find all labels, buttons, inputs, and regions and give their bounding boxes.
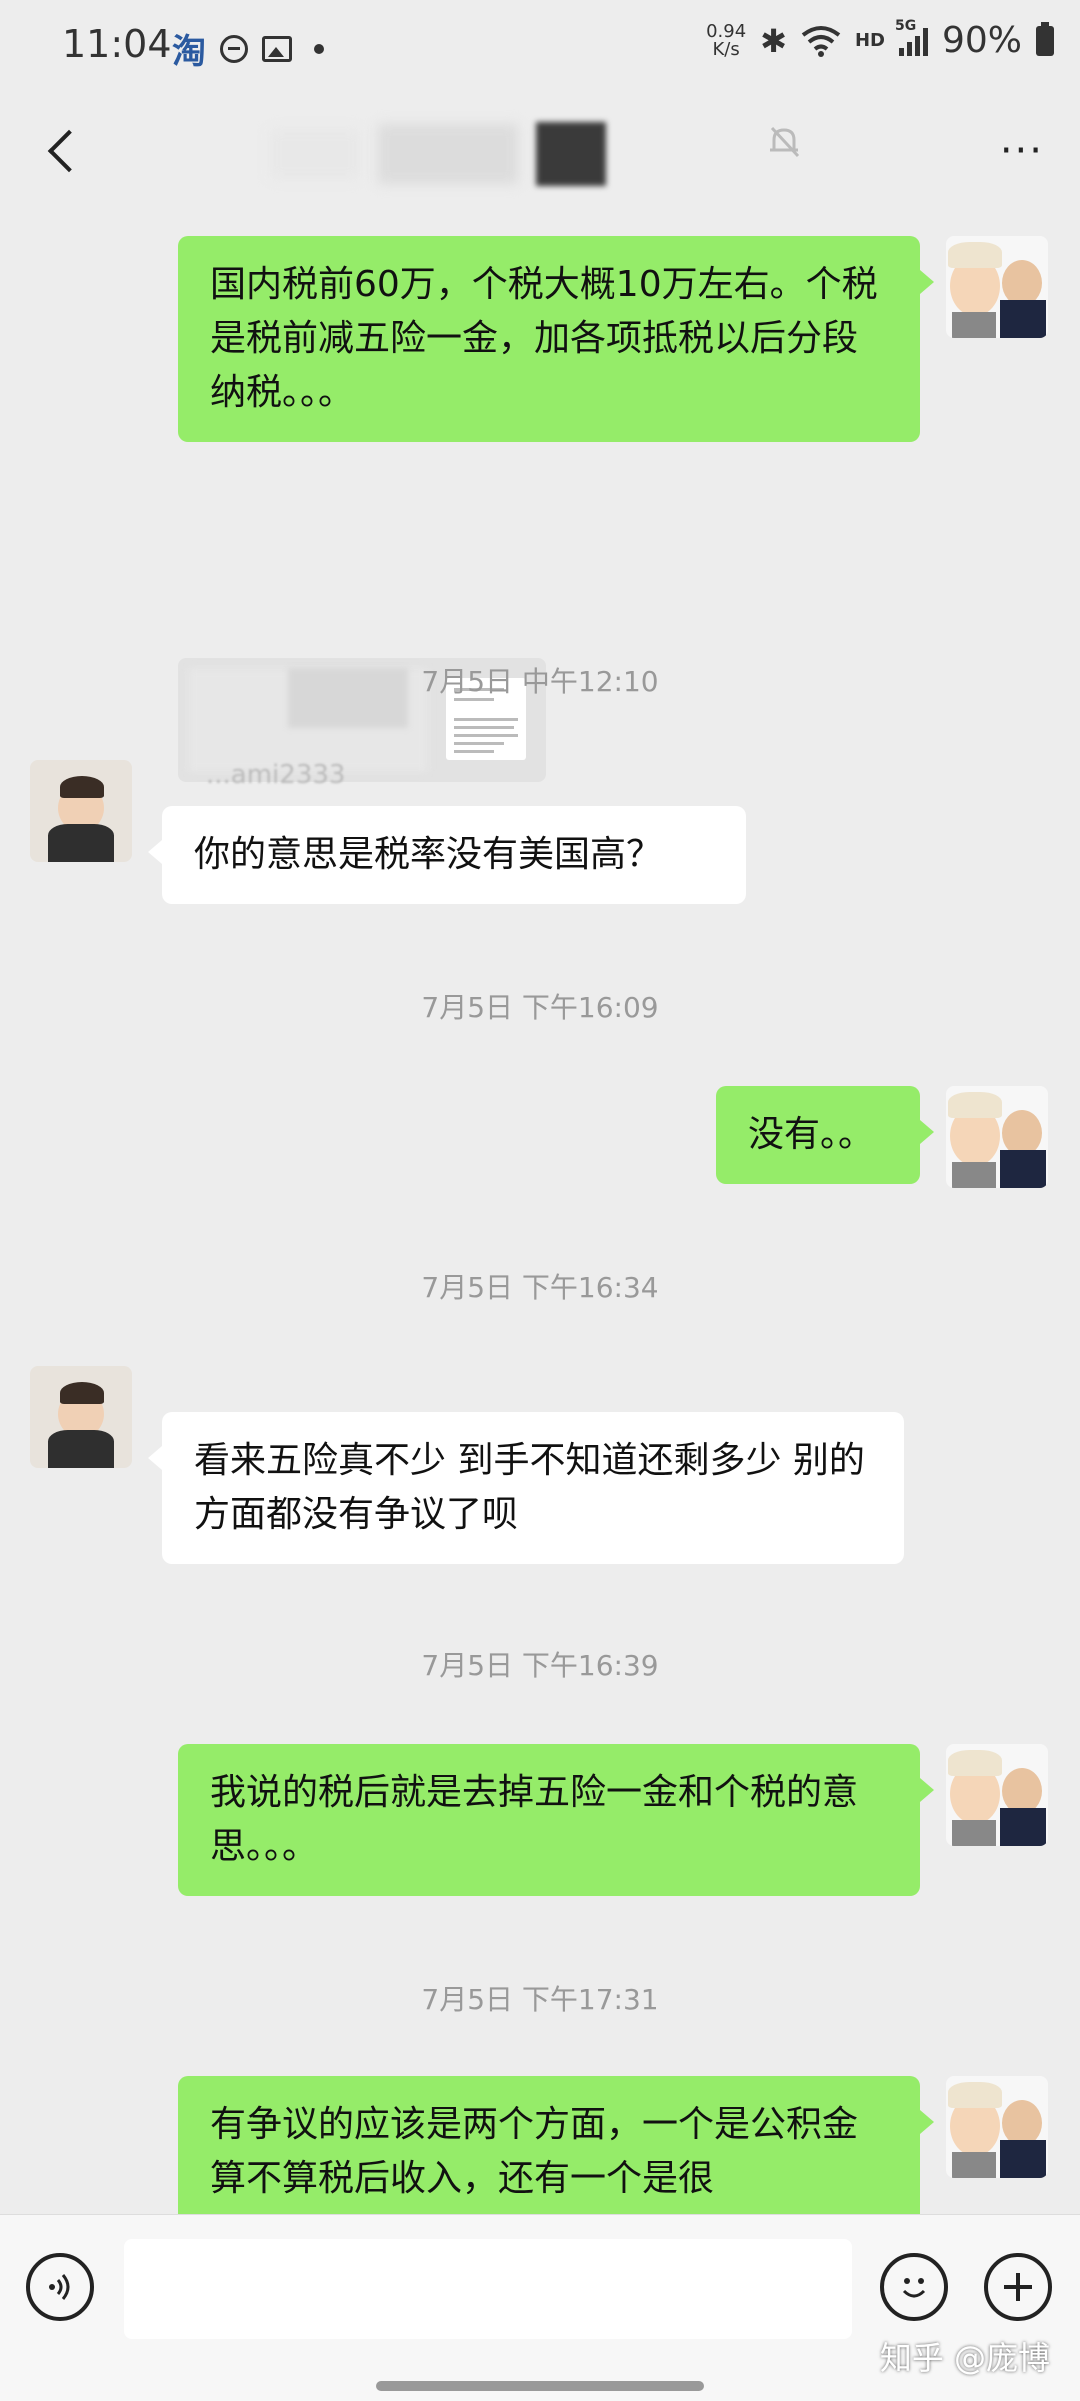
my-avatar[interactable] [946, 1744, 1048, 1846]
message-text: 我说的税后就是去掉五险一金和个税的意思。。。 [210, 1772, 859, 1867]
timestamp: 7月5日 下午16:09 [421, 991, 659, 1024]
message-bubble-me[interactable]: 国内税前60万，个税大概10万左右。个税是税前减五险一金，加各项抵税以后分段纳税… [178, 236, 934, 442]
message-bubble-me[interactable]: 我说的税后就是去掉五险一金和个税的意思。。。 [178, 1744, 934, 1896]
bluetooth-icon: ✱ [760, 21, 787, 60]
signal-type: 5G [894, 17, 917, 34]
network-speed-unit: K/s [712, 38, 740, 60]
hd-label: HD [854, 30, 885, 51]
gallery-icon [262, 35, 292, 62]
emoji-button[interactable] [880, 2253, 948, 2321]
contact-avatar[interactable] [30, 1366, 132, 1468]
message-text: 有争议的应该是两个方面，一个是公积金算不算税后收入，还有一个是很 [210, 2104, 859, 2199]
back-button[interactable] [36, 120, 96, 180]
signal-icon: 5G [895, 18, 928, 56]
my-avatar[interactable] [946, 1086, 1048, 1188]
battery-percent: 90% [941, 20, 1022, 61]
voice-button[interactable] [26, 2253, 94, 2321]
timestamp: 7月5日 下午16:34 [421, 1271, 659, 1304]
message-bubble-other[interactable]: 看来五险真不少 到手不知道还剩多少 别的方面都没有争议了呗 [148, 1412, 904, 1564]
battery-icon [1036, 21, 1054, 56]
contact-avatar[interactable] [30, 760, 132, 862]
chat-header: ··· [0, 100, 1080, 200]
timestamp: 7月5日 下午17:31 [421, 1983, 659, 2016]
home-indicator[interactable] [376, 2381, 704, 2391]
chat-area[interactable]: 国内税前60万，个税大概10万左右。个税是税前减五险一金，加各项抵税以后分段纳税… [0, 200, 1080, 2214]
timestamp: 7月5日 中午12:10 [421, 665, 659, 698]
timestamp: 7月5日 下午16:39 [421, 1649, 659, 1682]
sender-name: ...ami2333 [206, 760, 346, 790]
message-text: 没有。。 [748, 1114, 875, 1155]
message-bubble-me[interactable]: 有争议的应该是两个方面，一个是公积金算不算税后收入，还有一个是很 [178, 2076, 934, 2214]
input-bar: 知乎 @庞博 [0, 2214, 1080, 2401]
message-text: 看来五险真不少 到手不知道还剩多少 别的方面都没有争议了呗 [194, 1440, 865, 1535]
message-bubble-other[interactable]: 你的意思是税率没有美国高？ [148, 806, 746, 904]
chat-title-redacted [270, 122, 606, 186]
more-button[interactable]: ··· [1000, 128, 1044, 174]
status-bar: 11:04 淘 0.94 K/s ✱ HD 5G 90% [0, 0, 1080, 100]
network-speed-value: 0.94 [706, 20, 747, 42]
plus-button[interactable] [984, 2253, 1052, 2321]
watermark: 知乎 @庞博 [879, 2339, 1050, 2377]
status-right-icons: 0.94 K/s ✱ HD 5G 90% [706, 18, 1054, 61]
message-text: 国内税前60万，个税大概10万左右。个税是税前减五险一金，加各项抵税以后分段纳税… [210, 264, 878, 413]
wifi-icon [801, 25, 841, 57]
my-avatar[interactable] [946, 2076, 1048, 2178]
status-time: 11:04 [62, 22, 172, 66]
do-not-disturb-icon [220, 34, 248, 63]
mute-bell-icon [770, 126, 800, 158]
notification-dot-icon [314, 43, 324, 54]
my-avatar[interactable] [946, 236, 1048, 338]
message-text: 你的意思是税率没有美国高？ [194, 834, 663, 875]
message-bubble-me[interactable]: 没有。。 [716, 1086, 934, 1184]
taobao-icon: 淘 [172, 32, 206, 72]
plus-icon [1004, 2273, 1032, 2301]
network-speed: 0.94 K/s [706, 20, 747, 60]
voice-icon [49, 2274, 70, 2300]
status-left-icons: 淘 [172, 24, 324, 73]
emoji-icon [902, 2278, 926, 2298]
message-input[interactable] [124, 2239, 852, 2339]
